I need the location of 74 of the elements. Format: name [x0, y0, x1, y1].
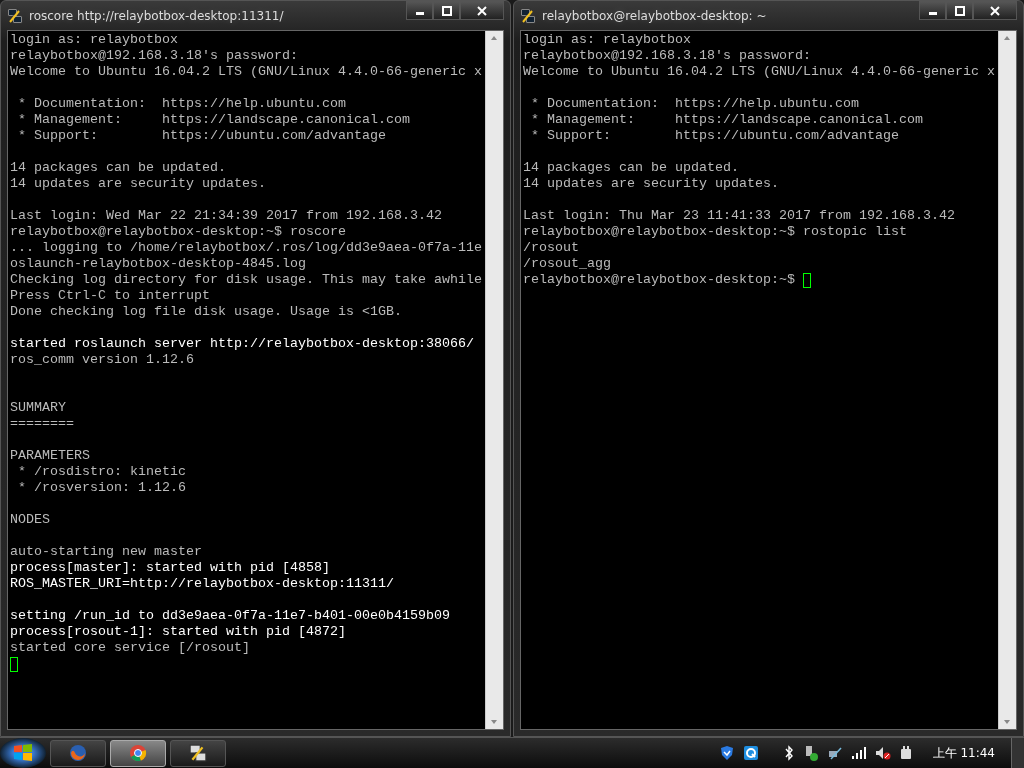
terminal-line: started core service [/rosout] — [10, 640, 251, 656]
bluetooth-icon[interactable] — [782, 745, 795, 761]
taskbar-button[interactable] — [110, 739, 166, 767]
terminal-line: oslaunch-relaybotbox-desktop-4845.log — [10, 256, 307, 272]
terminal-line: /rosout — [523, 240, 580, 256]
terminal-line: Last login: Thu Mar 23 11:41:33 2017 from 192.168.3.42 — [523, 208, 956, 224]
terminal-line: relaybotbox@192.168.3.18's password: — [523, 48, 812, 64]
terminal-line: login as: relaybotbox — [523, 32, 692, 48]
terminal-line: 14 updates are security updates. — [10, 176, 267, 192]
text-cursor — [10, 656, 18, 672]
q-app-icon[interactable] — [742, 745, 759, 761]
terminal-line: NODES — [10, 512, 51, 528]
terminal-line: ... logging to /home/relaybotbox/.ros/log/dd3e9aea-0f7a-11e — [10, 240, 483, 256]
terminal-line: auto-starting new master — [10, 544, 203, 560]
terminal-line: Last login: Wed Mar 22 21:34:39 2017 from 192.168.3.42 — [10, 208, 443, 224]
terminal-line: relaybotbox@relaybotbox-desktop:~$ rostopic list — [523, 224, 908, 240]
terminal-line: * Support: https://ubuntu.com/advantage — [17, 128, 387, 144]
terminal-line: setting /run_id to dd3e9aea-0f7a-11e7-b401-00e0b4159b09 — [10, 608, 451, 624]
putty-icon — [520, 7, 536, 24]
terminal-line: * Management: https://landscape.canonical.com — [530, 112, 924, 128]
terminal-line: relaybotbox@relaybotbox-desktop:~$ roscore — [10, 224, 347, 240]
power-plug-icon[interactable] — [898, 745, 913, 761]
terminal-line: * Support: https://ubuntu.com/advantage — [530, 128, 900, 144]
terminal-line: started roslaunch server http://relaybotbox-desktop:38066/ — [10, 336, 475, 352]
terminal-line: Welcome to Ubuntu 16.04.2 LTS (GNU/Linux 4.4.0-66-generic x — [523, 64, 996, 80]
round-browser-icon — [129, 744, 147, 762]
close-icon[interactable] — [477, 5, 487, 16]
shield-icon[interactable] — [718, 745, 735, 761]
terminal-line: Done checking log file disk usage. Usage is <1GB. — [10, 304, 403, 320]
start-button[interactable] — [0, 738, 46, 768]
minimize-button[interactable] — [919, 1, 946, 20]
scrollbar[interactable] — [485, 31, 503, 729]
window-title: roscore http://relaybotbox-desktop:11311/ — [29, 8, 285, 23]
muted-speaker-icon[interactable] — [874, 745, 891, 761]
maximize-button[interactable] — [946, 1, 973, 20]
terminal-line: Checking log directory for disk usage. This may take awhile — [10, 272, 483, 288]
terminal-line: Press Ctrl-C to interrupt — [10, 288, 211, 304]
close-icon[interactable] — [990, 5, 1000, 16]
terminal-line: 14 packages can be updated. — [10, 160, 227, 176]
close-button[interactable] — [973, 1, 1017, 20]
close-button[interactable] — [460, 1, 504, 20]
clock[interactable]: 上午 11:44 — [932, 744, 995, 762]
maximize-icon[interactable] — [954, 5, 965, 16]
terminal-line: 14 packages can be updated. — [523, 160, 740, 176]
terminal-line: * /rosversion: 1.12.6 — [17, 480, 187, 496]
terminal-line: ros_comm version 1.12.6 — [10, 352, 195, 368]
terminal-line: PARAMETERS — [10, 448, 91, 464]
taskbar-button[interactable] — [170, 739, 226, 767]
putty-icon — [189, 744, 207, 762]
signal-bars-icon[interactable] — [850, 745, 867, 761]
terminal-line: /rosout_agg — [523, 256, 612, 272]
terminal-line: * Management: https://landscape.canonical.com — [17, 112, 411, 128]
terminal-line: * Documentation: https://help.ubuntu.com — [17, 96, 347, 112]
text-cursor — [802, 272, 811, 288]
terminal-line: relaybotbox@192.168.3.18's password: — [10, 48, 299, 64]
terminal-line: login as: relaybotbox — [10, 32, 179, 48]
terminal-line: SUMMARY — [10, 400, 67, 416]
maximize-button[interactable] — [433, 1, 460, 20]
window-title: relaybotbox@relaybotbox-desktop: ~ — [542, 8, 768, 23]
minimize-button[interactable] — [406, 1, 433, 20]
terminal-line: relaybotbox@relaybotbox-desktop:~$ — [523, 272, 796, 288]
terminal-line: ROS_MASTER_URI=http://relaybotbox-desktop:11311/ — [10, 576, 395, 592]
fox-globe-icon — [69, 744, 87, 762]
terminal-line: 14 updates are security updates. — [523, 176, 780, 192]
maximize-icon[interactable] — [441, 5, 452, 16]
terminal-line: ======== — [10, 416, 75, 432]
taskbar-button[interactable] — [50, 739, 106, 767]
putty-icon — [7, 7, 23, 24]
scrollbar[interactable] — [998, 31, 1016, 729]
terminal-line: process[master]: started with pid [4858] — [10, 560, 331, 576]
terminal-line: process[rosout-1]: started with pid [4872] — [10, 624, 347, 640]
terminal-line: * /rosdistro: kinetic — [17, 464, 187, 480]
terminal-line: * Documentation: https://help.ubuntu.com — [530, 96, 860, 112]
terminal-line: Welcome to Ubuntu 16.04.2 LTS (GNU/Linux 4.4.0-66-generic x — [10, 64, 483, 80]
